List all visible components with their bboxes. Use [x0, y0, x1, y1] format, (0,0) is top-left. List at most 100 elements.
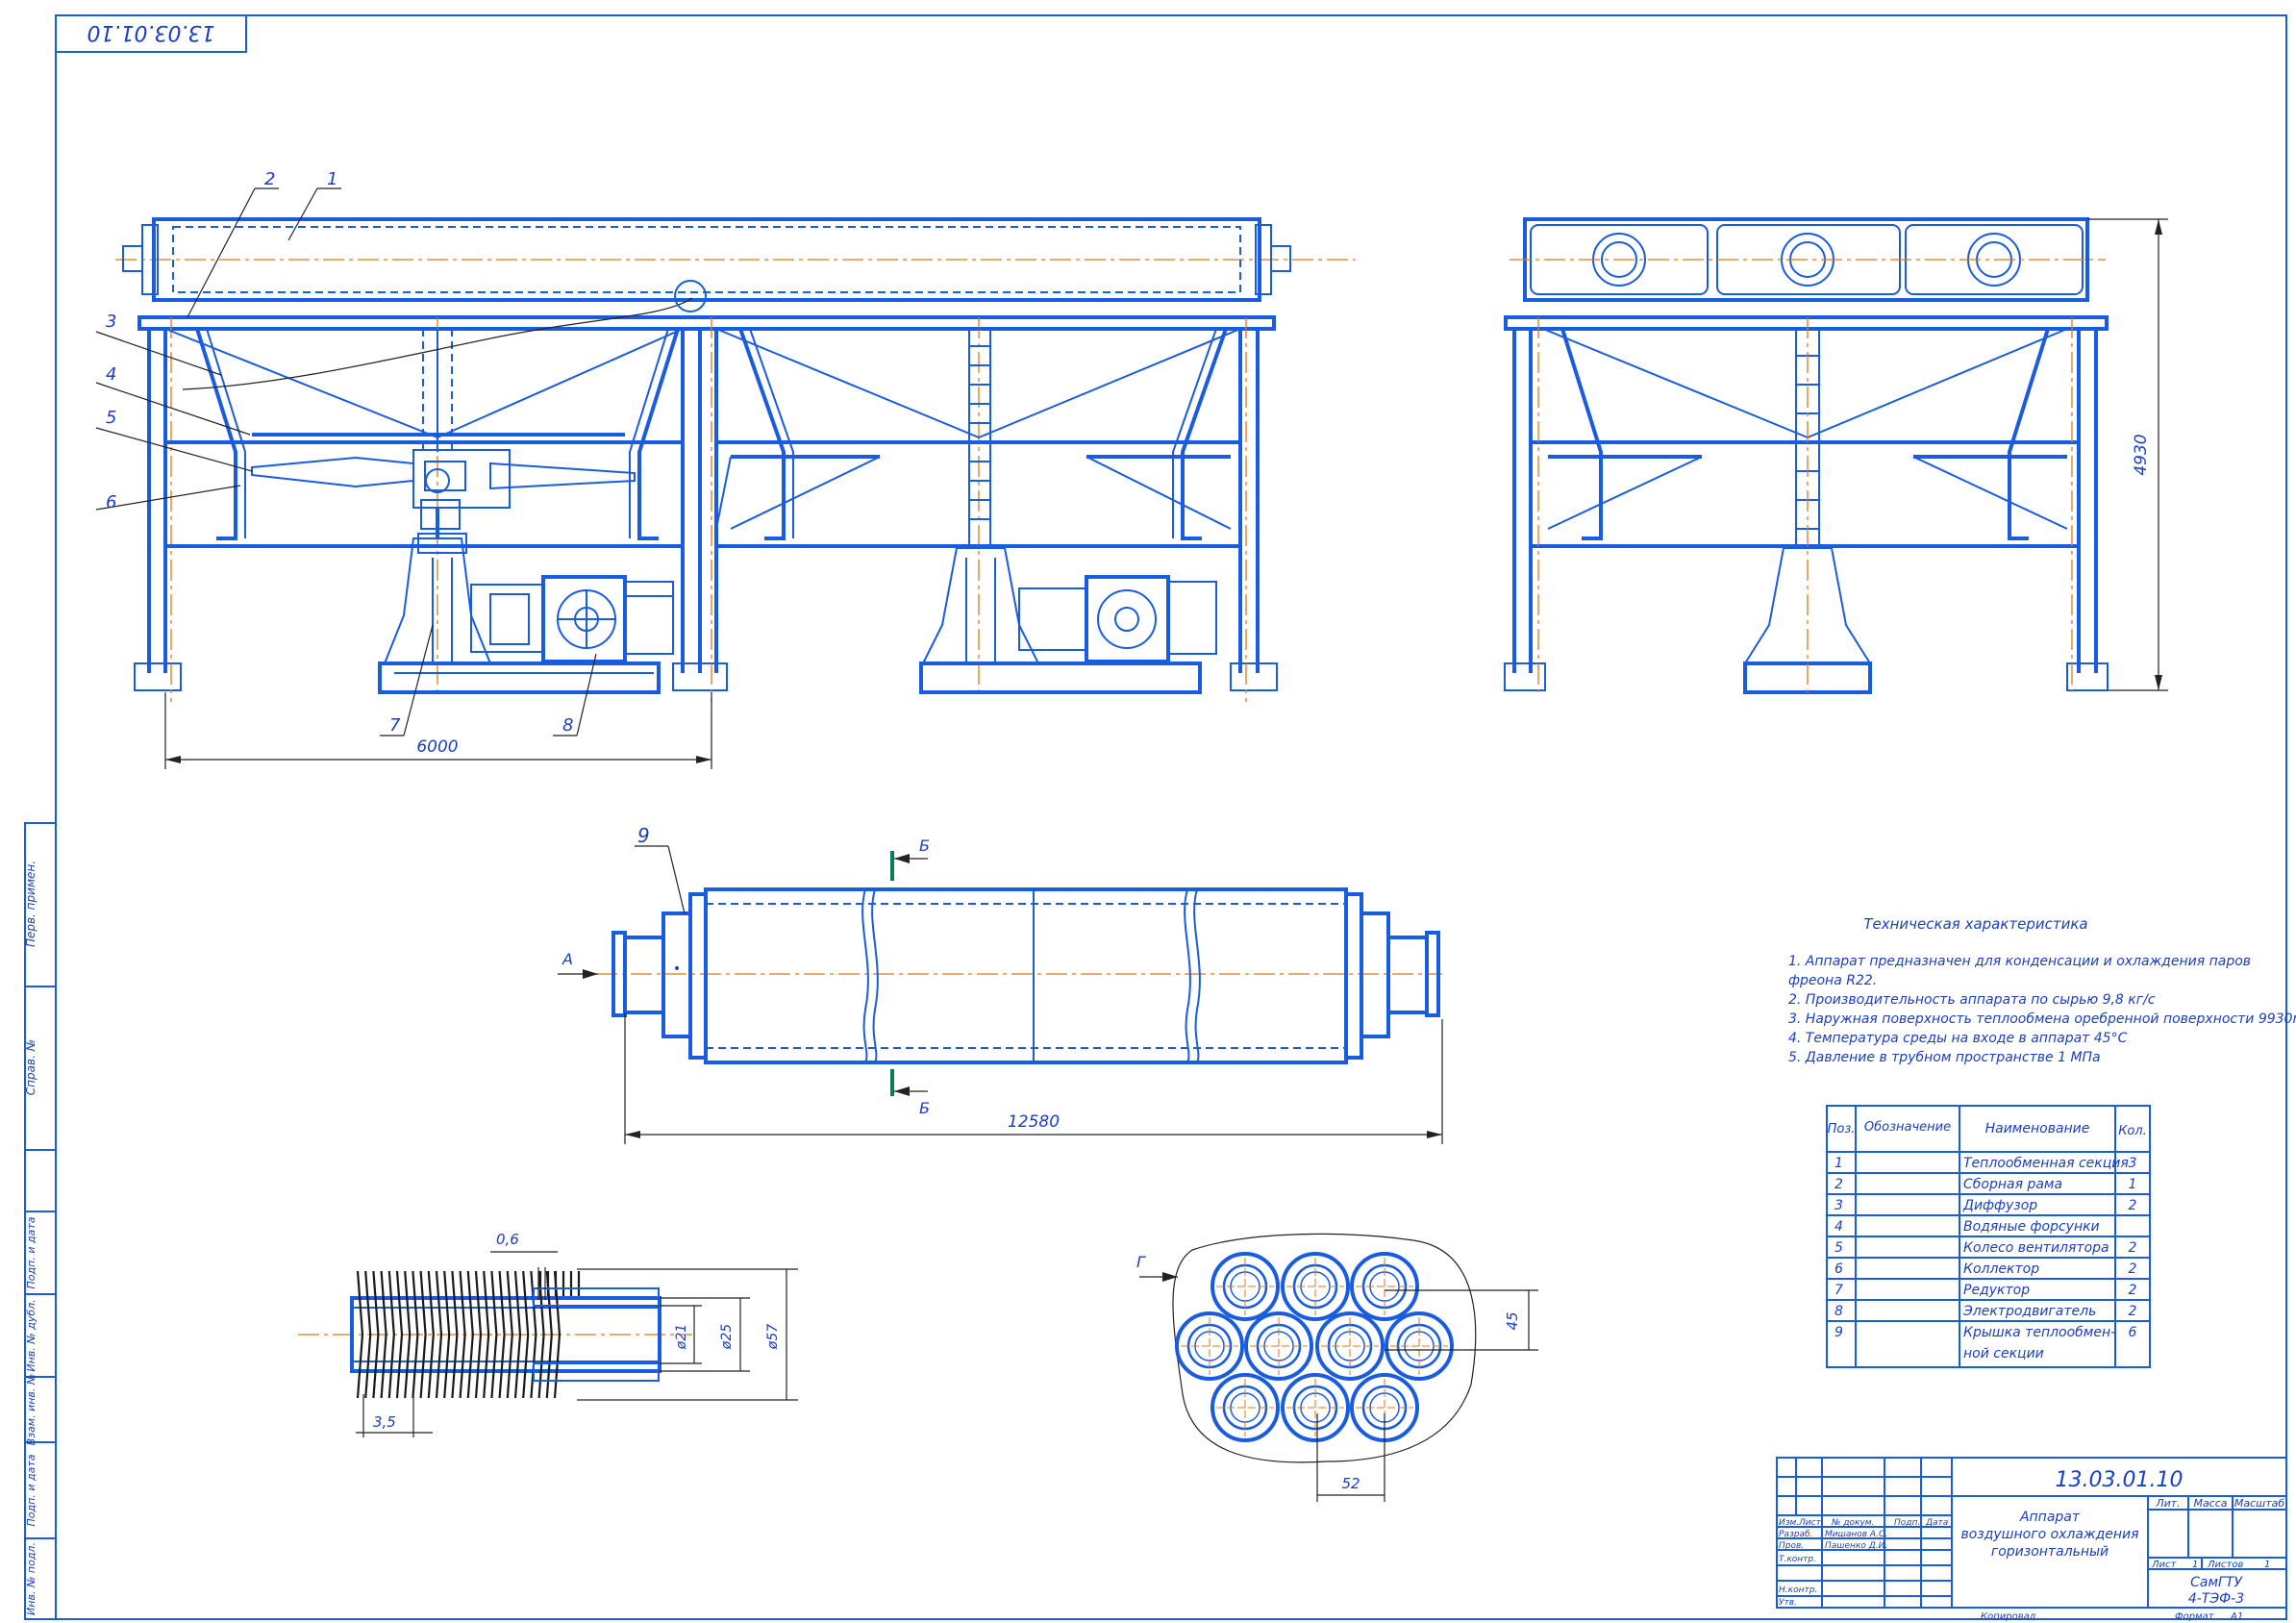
svg-text:Лист: Лист: [2151, 1560, 2178, 1570]
callout-1: 1: [327, 169, 337, 189]
tube-cross-section: [1350, 1252, 1419, 1321]
part-qty: 6: [2129, 1325, 2137, 1340]
svg-text:Масштаб: Масштаб: [2234, 1497, 2284, 1510]
svg-text:1. Аппарат предназначен для ко: 1. Аппарат предназначен для конденсации …: [1788, 954, 2251, 969]
svg-text:Изм.: Изм.: [1779, 1518, 1799, 1528]
fan-blade-left: [251, 456, 414, 488]
bundle-view: Г 45 52: [1136, 1233, 1538, 1502]
dim-d21: ø21: [674, 1324, 689, 1350]
tube-cross-section: [1281, 1252, 1350, 1321]
part-name: Крышка теплообмен-: [1963, 1325, 2115, 1340]
dim-d25: ø25: [719, 1324, 735, 1350]
finned-tube-detail: 0,6 3,5 ø21 ø25 ø57: [298, 1231, 798, 1437]
svg-text:Поз.: Поз.: [1828, 1122, 1856, 1136]
part-name: Электродвигатель: [1962, 1304, 2096, 1319]
part-name: Диффузор: [1962, 1198, 2037, 1213]
svg-text:Перв. примен.: Перв. примен.: [24, 861, 37, 947]
svg-text:•: •: [673, 961, 681, 977]
part-name: Сборная рама: [1963, 1177, 2062, 1192]
fin: [466, 1270, 474, 1399]
svg-text:Т.контр.: Т.контр.: [1779, 1555, 1816, 1564]
svg-text:Справ. №: Справ. №: [24, 1039, 37, 1095]
callout-4: 4: [106, 364, 116, 385]
svg-text:Утв.: Утв.: [1779, 1598, 1797, 1608]
fan-bay-left: [164, 280, 707, 694]
svg-text:горизонтальный: горизонтальный: [1991, 1544, 2109, 1560]
dim-d57: ø57: [765, 1324, 781, 1350]
svg-text:Наименование: Наименование: [1985, 1121, 2090, 1136]
svg-text:Инв. № дубл.: Инв. № дубл.: [25, 1299, 37, 1371]
part-pos: 8: [1834, 1304, 1843, 1319]
callout-5: 5: [106, 408, 116, 428]
part-name: Коллектор: [1963, 1261, 2039, 1277]
svg-text:Лит.: Лит.: [2155, 1497, 2180, 1510]
tube-cross-section: [1210, 1373, 1280, 1442]
part-name: Водяные форсунки: [1963, 1219, 2100, 1235]
svg-text:А1: А1: [2230, 1611, 2243, 1622]
side-view: 4930: [1504, 217, 2168, 694]
part-pos: 4: [1834, 1219, 1843, 1235]
svg-text:1: 1: [2264, 1560, 2270, 1570]
tube-cross-section: [1244, 1311, 1313, 1381]
svg-text:1: 1: [2192, 1560, 2198, 1570]
tube-cross-section: [1385, 1311, 1454, 1381]
svg-text:Подп. и дата: Подп. и дата: [25, 1216, 37, 1288]
front-callouts: 1 2 3 4 5 6 7 8: [95, 169, 597, 737]
tube-bundle: [704, 887, 1348, 1064]
title-block: 13.03.01.10 Аппарат воздушного охлаждени…: [1776, 1457, 2287, 1622]
callout-3: 3: [106, 312, 116, 332]
svg-text:Формат: Формат: [2175, 1611, 2215, 1622]
stamp-code: 13.03.01.10: [2056, 1468, 2184, 1492]
svg-text:Подп. и дата: Подп. и дата: [25, 1454, 37, 1526]
svg-text:Н.контр.: Н.контр.: [1779, 1586, 1817, 1595]
tube-cross-section: [1210, 1252, 1280, 1321]
tube-cross-section: [1281, 1373, 1350, 1442]
svg-text:Копировал: Копировал: [1981, 1611, 2036, 1622]
tech-title: Техническая характеристика: [1863, 915, 2087, 933]
svg-text:3. Наружная поверхность теплоо: 3. Наружная поверхность теплообмена ореб…: [1788, 1011, 2296, 1027]
svg-text:Дата: Дата: [1925, 1518, 1948, 1528]
part-pos: 1: [1834, 1156, 1843, 1171]
part-name: Теплообменная секция: [1963, 1156, 2129, 1171]
part-pos: 6: [1834, 1261, 1843, 1277]
section-b-top: Б: [919, 836, 930, 855]
part-qty: 3: [2129, 1156, 2137, 1171]
part-qty: 2: [2129, 1240, 2137, 1256]
svg-text:Разраб.: Разраб.: [1779, 1530, 1812, 1539]
part-qty: 2: [2129, 1198, 2137, 1213]
tech-notes: Техническая характеристика 1. Аппарат пр…: [1788, 915, 2296, 1065]
callout-2: 2: [264, 169, 275, 189]
dim-52: 52: [1341, 1475, 1360, 1492]
parts-list: 1 Теплообменная секция 32 Сборная рама 13 Диф…: [1826, 1105, 2151, 1368]
svg-text:Листов: Листов: [2207, 1560, 2243, 1570]
part-pos: 2: [1834, 1177, 1843, 1192]
tube-cross-section: [1175, 1311, 1244, 1381]
svg-text:Обозначение: Обозначение: [1864, 1120, 1951, 1135]
dim-45: 45: [1504, 1311, 1521, 1330]
dim-6000: 6000: [416, 737, 458, 757]
svg-text:Лист: Лист: [1798, 1518, 1822, 1528]
part-qty: 1: [2129, 1177, 2137, 1192]
part-name: Колесо вентилятора: [1963, 1240, 2109, 1256]
view-g: Г: [1136, 1253, 1146, 1271]
part-pos: 9: [1834, 1325, 1843, 1340]
section-b-bottom: Б: [919, 1099, 930, 1117]
svg-text:5. Давление в трубном простран: 5. Давление в трубном пространстве 1 МПа: [1788, 1050, 2101, 1065]
callout-6: 6: [106, 492, 116, 512]
svg-text:Подп.: Подп.: [1894, 1518, 1920, 1528]
fin: [387, 1270, 395, 1399]
fin: [395, 1270, 404, 1399]
svg-text:Масса: Масса: [2193, 1497, 2227, 1510]
callout-9: 9: [637, 824, 650, 847]
dim-12580: 12580: [1008, 1112, 1060, 1132]
section-view: • A Б Б 9 12580: [558, 824, 1443, 1144]
svg-text:Пашенко Д.И.: Пашенко Д.И.: [1825, 1541, 1887, 1551]
svg-text:воздушного охлаждения: воздушного охлаждения: [1960, 1527, 2138, 1542]
svg-text:2. Производительность аппарата: 2. Производительность аппарата по сырью …: [1788, 992, 2156, 1008]
svg-text:4-ТЭФ-3: 4-ТЭФ-3: [2188, 1591, 2244, 1607]
part-qty: 2: [2129, 1283, 2137, 1298]
tube-cross-section: [1315, 1311, 1385, 1381]
part-pos: 3: [1834, 1198, 1843, 1213]
svg-text:Кол.: Кол.: [2118, 1124, 2147, 1138]
part-name: Редуктор: [1963, 1283, 2030, 1298]
